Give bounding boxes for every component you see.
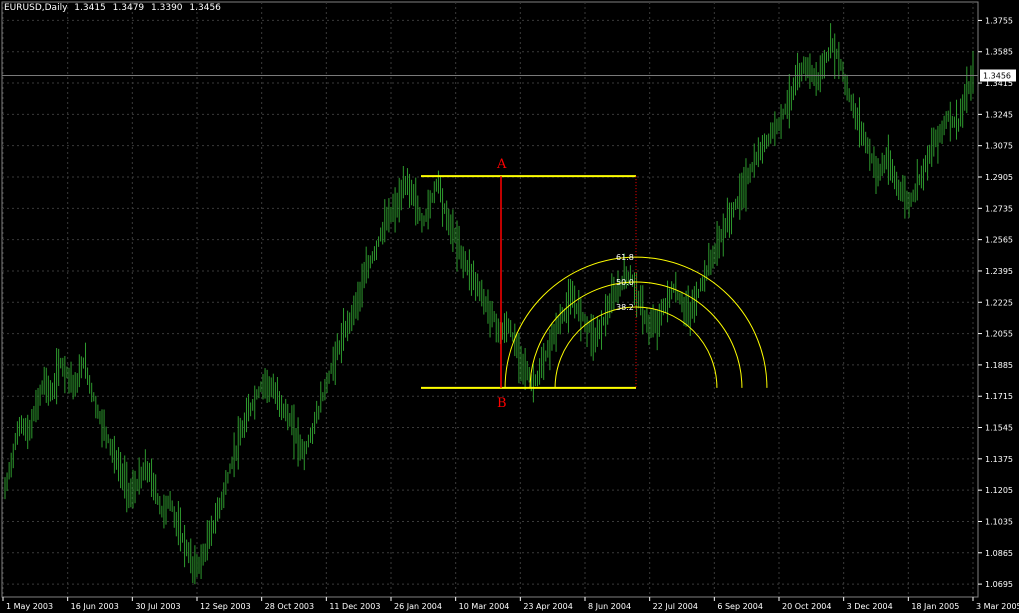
price-chart[interactable]: 1.3755 1.3585 1.3415 1.3245 1.3075 1.2905 1.27… [0, 0, 1019, 613]
x-tick-label: 11 Dec 2003 [329, 602, 380, 611]
y-tick-label: 1.0695 [985, 580, 1013, 589]
fib-level-label: 61.8 [616, 253, 634, 262]
x-tick-label: 16 Jun 2003 [71, 602, 119, 611]
chart-window[interactable]: 1.3755 1.3585 1.3415 1.3245 1.3075 1.2905 1.27… [0, 0, 1019, 613]
ohlc-close: 1.3456 [189, 3, 221, 13]
ohlc-high: 1.3479 [112, 3, 145, 13]
fib-level-label: 50.0 [616, 278, 634, 287]
ohlc-open: 1.3415 [74, 3, 106, 13]
current-price-label: 1.3456 [983, 72, 1011, 81]
y-tick-label: 1.3755 [985, 16, 1013, 25]
symbol-timeframe: EURUSD,Daily [4, 3, 68, 13]
y-tick-label: 1.0865 [985, 549, 1013, 558]
y-tick-label: 1.1035 [985, 517, 1013, 526]
y-tick-label: 1.1205 [985, 486, 1013, 495]
x-tick-label: 30 Jul 2003 [135, 602, 180, 611]
y-tick-label: 1.3585 [985, 48, 1013, 57]
y-tick-label: 1.1545 [985, 424, 1013, 433]
y-tick-label: 1.1885 [985, 361, 1013, 370]
x-tick-label: 12 Sep 2003 [200, 602, 251, 611]
x-tick-label: 18 Jan 2005 [911, 602, 959, 611]
y-tick-label: 1.3245 [985, 110, 1013, 119]
y-tick-label: 1.2735 [985, 204, 1013, 213]
y-tick-label: 1.1375 [985, 455, 1013, 464]
y-tick-label: 1.1715 [985, 392, 1013, 401]
x-tick-label: 28 Oct 2003 [265, 602, 314, 611]
x-tick-label: 6 Sep 2004 [717, 602, 763, 611]
x-tick-label: 3 Mar 2005 [976, 602, 1019, 611]
y-tick-label: 1.3075 [985, 142, 1013, 151]
plot-area [1, 1, 979, 598]
fib-point-b: B [497, 396, 507, 411]
y-tick-label: 1.2395 [985, 267, 1013, 276]
y-tick-label: 1.2905 [985, 173, 1013, 182]
x-tick-label: 8 Jun 2004 [588, 602, 631, 611]
x-tick-label: 26 Jan 2004 [394, 602, 442, 611]
x-tick-label: 3 Dec 2004 [847, 602, 893, 611]
ohlc-low: 1.3390 [151, 3, 183, 13]
fib-point-a: A [496, 157, 507, 172]
x-tick-label: 1 May 2003 [6, 602, 53, 611]
x-tick-label: 10 Mar 2004 [459, 602, 510, 611]
x-tick-label: 23 Apr 2004 [523, 602, 572, 611]
y-tick-label: 1.2225 [985, 298, 1013, 307]
chart-title: EURUSD,Daily 1.3415 1.3479 1.3390 1.3456 [4, 3, 225, 13]
y-tick-label: 1.2565 [985, 236, 1013, 245]
x-tick-label: 22 Jul 2004 [653, 602, 698, 611]
y-tick-label: 1.2055 [985, 330, 1013, 339]
x-tick-label: 20 Oct 2004 [782, 602, 831, 611]
fib-level-label: 38.2 [616, 303, 634, 312]
